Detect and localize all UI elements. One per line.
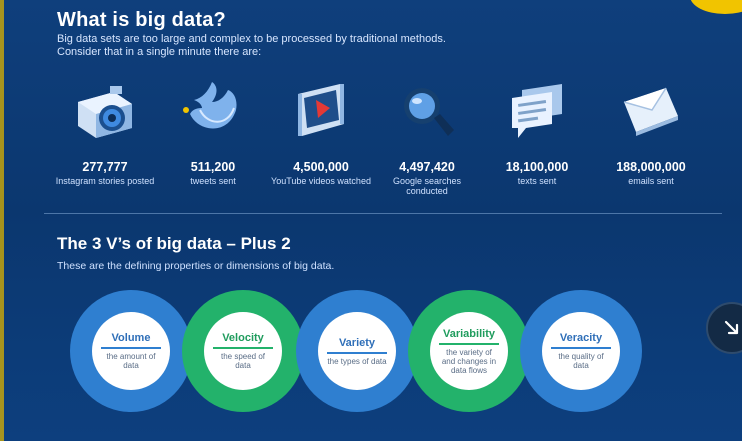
stat-number: 18,100,000 xyxy=(505,160,569,174)
stat-google: 4,497,420 Google searches conducted xyxy=(372,80,482,196)
camera-icon xyxy=(50,80,160,142)
expand-arrow-icon xyxy=(724,320,739,335)
magnifier-icon xyxy=(372,80,482,142)
section-subtitle-three-vs: These are the defining properties or dim… xyxy=(57,260,335,272)
stat-label: emails sent xyxy=(628,176,674,186)
section-title-three-vs: The 3 V’s of big data – Plus 2 xyxy=(57,234,291,253)
stat-texts: 18,100,000 texts sent xyxy=(482,80,592,186)
section-subtitle: Big data sets are too large and complex … xyxy=(57,33,577,59)
subtitle-line-2: Consider that in a single minute there a… xyxy=(57,46,262,58)
text-message-icon xyxy=(482,80,592,142)
stat-youtube: 4,500,000 YouTube videos watched xyxy=(266,80,376,186)
stat-tweets: 511,200 tweets sent xyxy=(158,80,268,186)
stat-label: Google searches conducted xyxy=(392,176,462,196)
stats-row: 277,777 Instagram stories posted 511,200… xyxy=(50,80,710,200)
stat-label: YouTube videos watched xyxy=(271,176,371,186)
section-title-what-is-big-data: What is big data? xyxy=(57,9,226,31)
stat-emails: 188,000,000 emails sent xyxy=(596,80,706,186)
stat-number: 4,500,000 xyxy=(293,160,349,174)
video-icon xyxy=(266,80,376,142)
stat-number: 188,000,000 xyxy=(616,160,686,174)
stat-number: 511,200 xyxy=(190,160,236,174)
stat-label: Instagram stories posted xyxy=(55,176,155,186)
stat-number: 277,777 xyxy=(82,160,128,174)
infographic-frame xyxy=(0,0,742,441)
stat-instagram: 277,777 Instagram stories posted xyxy=(50,80,160,186)
stat-number: 4,497,420 xyxy=(399,160,455,174)
subtitle-line-1: Big data sets are too large and complex … xyxy=(57,33,446,45)
section-divider xyxy=(44,213,722,214)
stat-label: texts sent xyxy=(517,176,557,186)
stat-label: tweets sent xyxy=(190,176,236,186)
twitter-bird-icon xyxy=(158,80,268,142)
left-edge-accent xyxy=(0,0,4,441)
envelope-icon xyxy=(596,80,706,142)
